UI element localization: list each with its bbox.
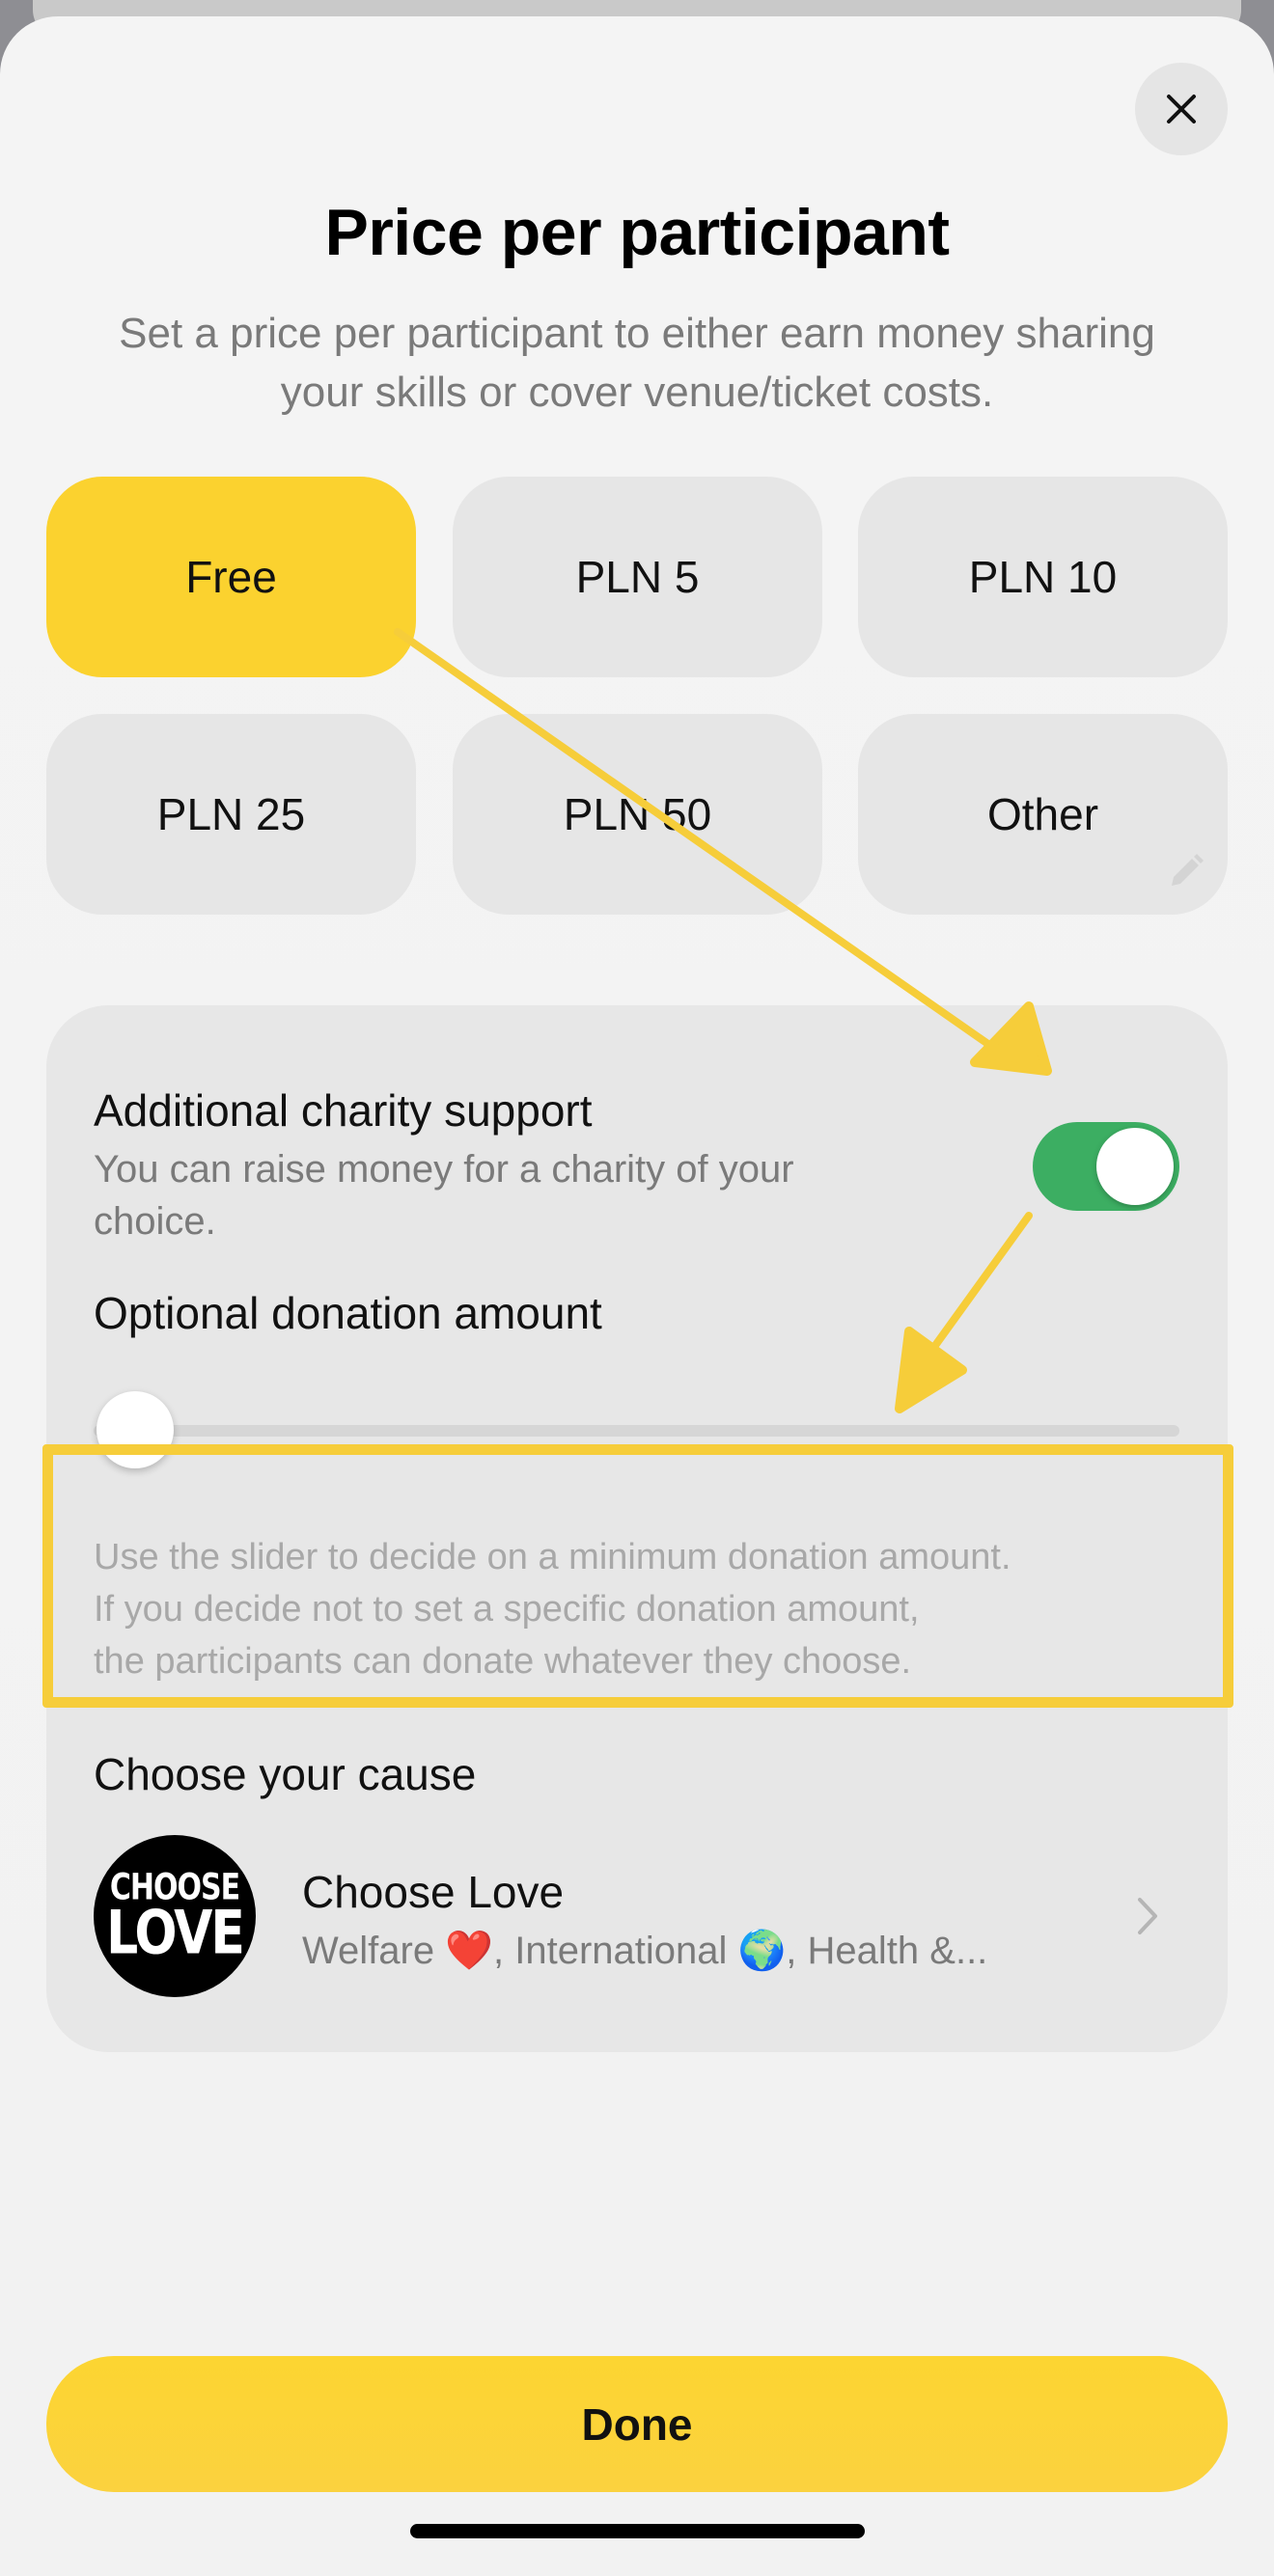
cause-row[interactable]: CHOOSE LOVE Choose Love Welfare ❤️, Inte… bbox=[94, 1835, 1179, 1999]
charity-support-toggle[interactable] bbox=[1033, 1122, 1179, 1211]
price-options-grid: Free PLN 5 PLN 10 PLN 25 PLN 50 Other bbox=[46, 477, 1228, 936]
page-title: Price per participant bbox=[324, 196, 950, 269]
cause-logo-text: LOVE bbox=[106, 1899, 245, 1968]
price-option-label: PLN 50 bbox=[563, 789, 712, 839]
price-option-label: Other bbox=[986, 789, 1099, 839]
price-modal-sheet: Price per participant Set a price per pa… bbox=[0, 16, 1274, 2576]
cause-logo: CHOOSE LOVE bbox=[94, 1835, 256, 1997]
price-option-pln-50[interactable]: PLN 50 bbox=[453, 714, 822, 915]
done-button-label: Done bbox=[581, 2398, 693, 2450]
cause-name: Choose Love bbox=[302, 1867, 565, 1917]
close-icon bbox=[1167, 95, 1196, 123]
price-option-label: PLN 5 bbox=[575, 552, 700, 602]
cause-tags: Welfare ❤️, International 🌍, Health &... bbox=[302, 1930, 988, 1972]
price-option-other[interactable]: Other bbox=[858, 714, 1228, 915]
price-option-label: Free bbox=[185, 552, 277, 602]
pencil-icon bbox=[1172, 854, 1204, 886]
donation-amount-title: Optional donation amount bbox=[94, 1288, 602, 1338]
price-option-pln-5[interactable]: PLN 5 bbox=[453, 477, 822, 677]
page-subtitle: Set a price per participant to either ea… bbox=[119, 310, 1155, 416]
price-option-pln-25[interactable]: PLN 25 bbox=[46, 714, 416, 915]
price-option-pln-10[interactable]: PLN 10 bbox=[858, 477, 1228, 677]
annotation-highlight-box bbox=[42, 1444, 1233, 1708]
toggle-knob bbox=[1096, 1128, 1174, 1205]
price-option-label: PLN 10 bbox=[968, 552, 1118, 602]
price-option-free[interactable]: Free bbox=[46, 477, 416, 677]
chevron-right-icon bbox=[1138, 1898, 1157, 1934]
donation-slider-track[interactable] bbox=[94, 1425, 1179, 1437]
charity-support-title: Additional charity support bbox=[94, 1085, 593, 1136]
price-option-label: PLN 25 bbox=[156, 789, 306, 839]
choose-cause-title: Choose your cause bbox=[94, 1749, 477, 1799]
done-button[interactable]: Done bbox=[46, 2356, 1228, 2492]
home-indicator bbox=[410, 2524, 865, 2538]
charity-support-description: You can raise money for a charity of you… bbox=[94, 1148, 794, 1243]
close-button[interactable] bbox=[1135, 63, 1228, 155]
